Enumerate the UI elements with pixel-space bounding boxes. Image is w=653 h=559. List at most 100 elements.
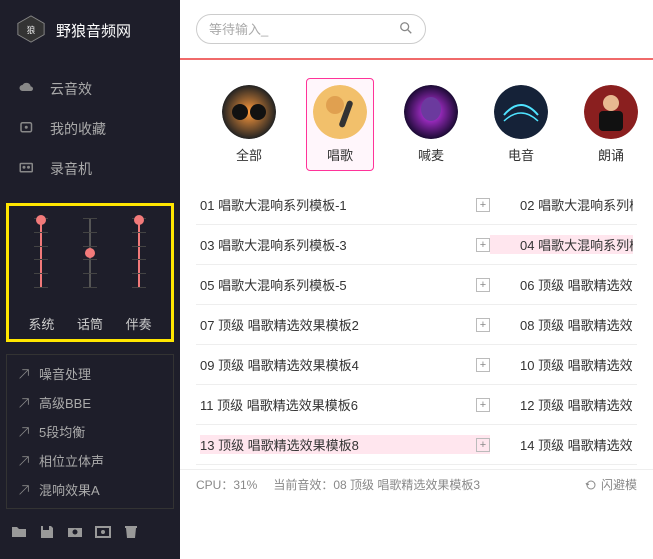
plus-icon[interactable]: + xyxy=(476,278,490,292)
fx-item-noise[interactable]: 噪音处理 xyxy=(7,359,173,388)
nav-item-cloud[interactable]: 云音效 xyxy=(0,69,180,109)
slider-system[interactable] xyxy=(40,218,42,308)
plus-icon[interactable]: + xyxy=(476,358,490,372)
plug-icon xyxy=(17,454,31,468)
list-item[interactable]: 02 唱歌大混响系列模 xyxy=(490,195,633,214)
fx-label: 5段均衡 xyxy=(39,422,85,441)
category-recite[interactable]: 朗诵 xyxy=(578,79,644,170)
current-effect: 当前音效：08 顶级 唱歌精选效果模板3 xyxy=(273,476,480,493)
trash-icon[interactable] xyxy=(122,523,140,541)
fx-item-phase-stereo[interactable]: 相位立体声 xyxy=(7,446,173,475)
app-title: 野狼音频网 xyxy=(56,20,131,41)
category-label: 电音 xyxy=(508,145,534,164)
nav-label: 我的收藏 xyxy=(50,119,106,139)
preset-list: 01 唱歌大混响系列模板-1 + 02 唱歌大混响系列模 03 唱歌大混响系列模板… xyxy=(180,181,653,469)
category-label: 全部 xyxy=(236,145,262,164)
list-row: 03 唱歌大混响系列模板-3 + 04 唱歌大混响系列模 xyxy=(196,225,637,265)
fx-list: 噪音处理 高级BBE 5段均衡 相位立体声 混响效果A xyxy=(6,354,174,509)
list-item-label: 03 唱歌大混响系列模板-3 xyxy=(200,235,347,254)
plus-icon[interactable]: + xyxy=(476,198,490,212)
fx-label: 相位立体声 xyxy=(39,451,104,470)
list-item-label: 09 顶级 唱歌精选效果模板4 xyxy=(200,355,359,374)
fx-item-eq5[interactable]: 5段均衡 xyxy=(7,417,173,446)
list-item[interactable]: 01 唱歌大混响系列模板-1 + xyxy=(200,195,490,214)
folder-icon[interactable] xyxy=(10,523,28,541)
slider-accompaniment[interactable] xyxy=(138,218,140,308)
list-item[interactable]: 05 唱歌大混响系列模板-5 + xyxy=(200,275,490,294)
list-item[interactable]: 09 顶级 唱歌精选效果模板4 + xyxy=(200,355,490,374)
list-item[interactable]: 03 唱歌大混响系列模板-3 + xyxy=(200,235,490,254)
fx-item-reverb-a[interactable]: 混响效果A xyxy=(7,475,173,504)
category-label: 朗诵 xyxy=(598,145,624,164)
status-bar: CPU：31% 当前音效：08 顶级 唱歌精选效果模板3 闪避模 xyxy=(180,469,653,499)
plus-icon[interactable]: + xyxy=(476,438,490,452)
recorder-icon xyxy=(18,161,36,177)
bottom-toolbar xyxy=(0,515,180,551)
list-item[interactable]: 06 顶级 唱歌精选效果 xyxy=(490,275,633,294)
list-item-label: 08 顶级 唱歌精选效果 xyxy=(520,315,633,334)
category-label: 喊麦 xyxy=(418,145,444,164)
category-electro[interactable]: 电音 xyxy=(488,79,554,170)
wolf-logo-icon: 狼 xyxy=(16,14,46,47)
list-row: 11 顶级 唱歌精选效果模板6 + 12 顶级 唱歌精选效果 xyxy=(196,385,637,425)
plus-icon[interactable]: + xyxy=(476,318,490,332)
list-item-label: 11 顶级 唱歌精选效果模板6 xyxy=(200,395,358,414)
list-item[interactable]: 04 唱歌大混响系列模 xyxy=(490,235,633,254)
plus-icon[interactable]: + xyxy=(476,238,490,252)
plug-icon xyxy=(17,367,31,381)
sliders-panel: 系统 话筒 伴奏 xyxy=(6,203,174,342)
refresh-icon xyxy=(585,479,597,491)
slider-mic[interactable] xyxy=(89,218,91,308)
nav-item-favorites[interactable]: 我的收藏 xyxy=(0,109,180,149)
nav: 云音效 我的收藏 录音机 xyxy=(0,61,180,197)
camera-icon[interactable] xyxy=(66,523,84,541)
search-input[interactable] xyxy=(209,22,399,37)
list-item-label: 05 唱歌大混响系列模板-5 xyxy=(200,275,347,294)
plug-icon xyxy=(17,425,31,439)
search-icon[interactable] xyxy=(399,21,413,38)
list-row: 01 唱歌大混响系列模板-1 + 02 唱歌大混响系列模 xyxy=(196,185,637,225)
list-item-label: 13 顶级 唱歌精选效果模板8 xyxy=(200,435,359,454)
list-item[interactable]: 07 顶级 唱歌精选效果模板2+ xyxy=(200,315,490,334)
capture-icon[interactable] xyxy=(94,523,112,541)
list-item-label: 01 唱歌大混响系列模板-1 xyxy=(200,195,347,214)
nav-item-recorder[interactable]: 录音机 xyxy=(0,149,180,189)
list-item[interactable]: 10 顶级 唱歌精选效果 xyxy=(490,355,633,374)
logo-row: 狼 野狼音频网 xyxy=(0,0,180,61)
bookmark-icon xyxy=(18,121,36,137)
cloud-icon xyxy=(18,81,36,97)
list-item-label: 04 唱歌大混响系列模 xyxy=(520,235,633,254)
list-row: 09 顶级 唱歌精选效果模板4 + 10 顶级 唱歌精选效果 xyxy=(196,345,637,385)
category-shout[interactable]: 喊麦 xyxy=(398,79,464,170)
nav-label: 云音效 xyxy=(50,79,92,99)
list-item[interactable]: 11 顶级 唱歌精选效果模板6 + xyxy=(200,395,490,414)
category-sing[interactable]: 唱歌 xyxy=(306,78,374,171)
list-row: 07 顶级 唱歌精选效果模板2+ 08 顶级 唱歌精选效果 xyxy=(196,305,637,345)
save-icon[interactable] xyxy=(38,523,56,541)
list-item[interactable]: 14 顶级 唱歌精选效果 xyxy=(490,435,633,454)
sidebar: 狼 野狼音频网 云音效 我的收藏 录音机 xyxy=(0,0,180,559)
list-item-label: 12 顶级 唱歌精选效果 xyxy=(520,395,633,414)
cpu-usage: CPU：31% xyxy=(196,476,257,493)
list-item[interactable]: 13 顶级 唱歌精选效果模板8 + xyxy=(200,435,490,454)
plus-icon[interactable]: + xyxy=(476,398,490,412)
list-item[interactable]: 08 顶级 唱歌精选效果 xyxy=(490,315,633,334)
plug-icon xyxy=(17,396,31,410)
category-all[interactable]: 全部 xyxy=(216,79,282,170)
list-item-label: 02 唱歌大混响系列模 xyxy=(520,195,633,214)
slider-label: 系统 xyxy=(28,314,54,333)
category-label: 唱歌 xyxy=(327,145,353,164)
list-item[interactable]: 12 顶级 唱歌精选效果 xyxy=(490,395,633,414)
fx-label: 高级BBE xyxy=(39,393,91,412)
main: 全部 唱歌 喊麦 电音 朗诵 01 唱歌大混响系列模板-1 + 02 唱歌大混响系… xyxy=(180,0,653,559)
list-row: 05 唱歌大混响系列模板-5 + 06 顶级 唱歌精选效果 xyxy=(196,265,637,305)
search-box[interactable] xyxy=(196,14,426,44)
fx-item-bbe[interactable]: 高级BBE xyxy=(7,388,173,417)
slider-label: 伴奏 xyxy=(126,314,152,333)
svg-text:狼: 狼 xyxy=(27,25,36,35)
categories: 全部 唱歌 喊麦 电音 朗诵 xyxy=(180,60,653,181)
slider-label: 话筒 xyxy=(77,314,103,333)
list-item-label: 06 顶级 唱歌精选效果 xyxy=(520,275,633,294)
dodge-mode[interactable]: 闪避模 xyxy=(585,476,637,493)
searchbar xyxy=(180,0,653,60)
